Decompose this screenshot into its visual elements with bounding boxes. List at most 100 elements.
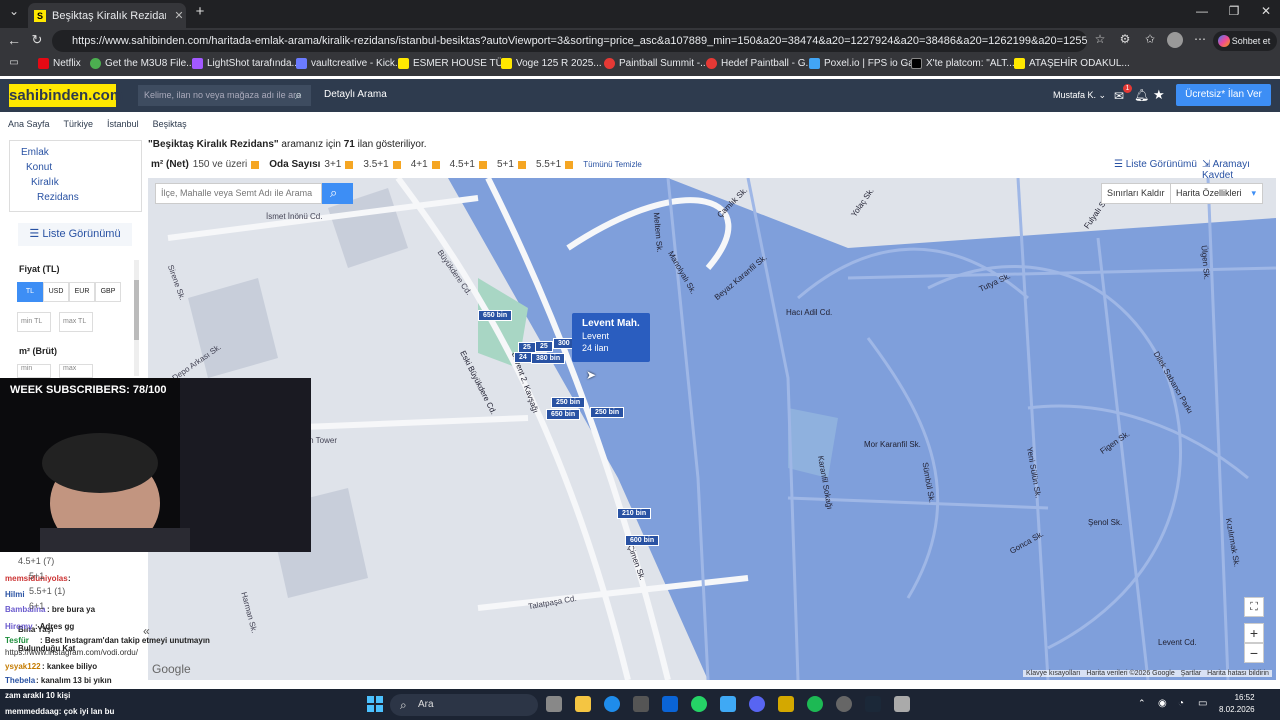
bookmark-x[interactable]: X'te platcom: "ALT...: [911, 58, 1015, 69]
breadcrumb-besiktas[interactable]: Beşiktaş: [153, 119, 187, 129]
remove-bounds-button[interactable]: Sınırları Kaldır: [1101, 183, 1171, 204]
bookmark-voge[interactable]: Voge 125 R 2025...: [501, 58, 602, 69]
outlook-icon[interactable]: [662, 696, 678, 712]
app-icon[interactable]: [720, 696, 736, 712]
listing-pin[interactable]: 250 bin: [590, 407, 625, 418]
list-view-link[interactable]: ☰ Liste Görünümü: [1114, 159, 1197, 170]
max-area-input[interactable]: max: [59, 364, 93, 378]
breadcrumb-turkiye[interactable]: Türkiye: [64, 119, 94, 129]
edge-icon[interactable]: [604, 696, 620, 712]
store-icon[interactable]: [633, 696, 649, 712]
bookmark-folder-icon[interactable]: ▭: [4, 57, 24, 68]
battery-icon[interactable]: ▭: [1198, 698, 1207, 709]
currency-eur[interactable]: EUR: [69, 282, 95, 302]
bookmark-atasehir[interactable]: ATAŞEHİR ODAKUL...: [1014, 58, 1130, 69]
extensions-icon[interactable]: ⚙: [1115, 32, 1135, 46]
listing-pin[interactable]: 24: [514, 352, 532, 363]
window-close-icon[interactable]: ✕: [1256, 4, 1276, 18]
free-ad-button[interactable]: Ücretsiz* İlan Ver: [1176, 84, 1271, 106]
network-icon[interactable]: ◉: [1158, 698, 1167, 709]
sidebar-scrollbar[interactable]: [134, 260, 139, 376]
site-logo[interactable]: sahibinden.com: [9, 84, 123, 107]
messages-icon[interactable]: ✉: [1114, 89, 1124, 103]
currency-tl[interactable]: TL: [17, 282, 43, 302]
min-area-input[interactable]: min: [17, 364, 51, 378]
remove-filter-icon[interactable]: [392, 160, 401, 169]
new-tab-icon[interactable]: +: [190, 3, 210, 20]
min-price-input[interactable]: min TL: [17, 312, 51, 332]
clear-all-link[interactable]: Tümünü Temizle: [583, 160, 642, 169]
breadcrumb-istanbul[interactable]: İstanbul: [107, 119, 139, 129]
remove-filter-icon[interactable]: [431, 160, 440, 169]
listing-pin[interactable]: 650 bin: [546, 409, 581, 420]
browser-tab[interactable]: S Beşiktaş Kiralık Rezidans Fiyatları ✕: [28, 3, 186, 28]
tab-list-icon[interactable]: ⌄: [4, 4, 24, 18]
more-menu-icon[interactable]: ⋯: [1190, 32, 1210, 46]
remove-filter-icon[interactable]: [345, 160, 354, 169]
copilot-button[interactable]: Sohbet et: [1213, 31, 1277, 51]
bookmark-hedef[interactable]: Hedef Paintball - G...: [706, 58, 814, 69]
user-menu[interactable]: Mustafa K. ⌄: [1053, 90, 1106, 101]
collapse-sidebar-icon[interactable]: «: [143, 624, 150, 638]
map-features-dropdown[interactable]: Harita Özellikleri ▾: [1170, 183, 1263, 204]
site-search-input[interactable]: Kelime, ilan no veya mağaza adı ile ara: [138, 85, 311, 106]
listing-pin[interactable]: 600 bin: [625, 535, 660, 546]
address-bar[interactable]: https://www.sahibinden.com/haritada-emla…: [52, 30, 1087, 52]
map-search-button[interactable]: ⌕: [322, 183, 353, 204]
file-explorer-icon[interactable]: [575, 696, 591, 712]
map-canvas[interactable]: İsmet İnönü Cd. Büyükdere Cd. Eski Büyük…: [148, 178, 1276, 680]
listing-pin[interactable]: 650 bin: [478, 310, 513, 321]
currency-gbp[interactable]: GBP: [95, 282, 121, 302]
windows-start-icon[interactable]: [367, 696, 383, 712]
tray-overflow-icon[interactable]: ⌃: [1138, 698, 1146, 709]
taskbar-search[interactable]: ⌕ Ara: [390, 694, 538, 716]
remove-filter-icon[interactable]: [478, 160, 487, 169]
listing-pin[interactable]: 25: [535, 341, 553, 352]
listing-pin[interactable]: 380 bin: [531, 353, 566, 364]
report-error-link[interactable]: Harita hatası bildirin: [1207, 670, 1269, 677]
spotify-icon[interactable]: [807, 696, 823, 712]
remove-filter-icon[interactable]: [251, 160, 260, 169]
reload-icon[interactable]: ↻: [27, 32, 47, 48]
detailed-search-link[interactable]: Detaylı Arama: [324, 89, 387, 100]
bell-icon[interactable]: 🔔︎: [1134, 88, 1149, 102]
terms-link[interactable]: Şartlar: [1181, 670, 1202, 677]
breadcrumb-home[interactable]: Ana Sayfa: [8, 119, 50, 129]
maximize-icon[interactable]: ❐: [1224, 4, 1244, 18]
back-icon[interactable]: ←: [4, 32, 24, 48]
listing-pin[interactable]: 210 bin: [617, 508, 652, 519]
neighborhood-tooltip[interactable]: Levent Mah. Levent 24 ilan: [572, 313, 650, 362]
profile-avatar[interactable]: [1167, 32, 1183, 48]
calculator-icon[interactable]: [894, 696, 910, 712]
fullscreen-icon[interactable]: ⛶: [1244, 597, 1264, 617]
whatsapp-icon[interactable]: [691, 696, 707, 712]
max-price-input[interactable]: max TL: [59, 312, 93, 332]
discord-icon[interactable]: [749, 696, 765, 712]
search-icon[interactable]: ⌕: [295, 87, 302, 103]
tab-close-icon[interactable]: ✕: [172, 9, 186, 22]
map-location-search[interactable]: İlçe, Mahalle veya Semt Adı ile Arama: [155, 183, 322, 204]
favorites-star-icon[interactable]: ★: [1153, 87, 1165, 103]
bookmark-poxel[interactable]: Poxel.io | FPS io Ga...: [809, 58, 922, 69]
zoom-out-button[interactable]: −: [1244, 643, 1264, 663]
category-emlak[interactable]: Emlak: [21, 147, 49, 158]
bookmark-lightshot[interactable]: LightShot tarafında...: [192, 58, 300, 69]
taskbar-clock[interactable]: 16:52 8.02.2026: [1219, 692, 1255, 716]
favorite-star-icon[interactable]: ☆: [1090, 32, 1110, 46]
keyboard-shortcuts-link[interactable]: Klavye kısayolları: [1026, 670, 1080, 677]
sidebar-list-view-button[interactable]: ☰ Liste Görünümü: [18, 223, 132, 246]
steam-icon[interactable]: [865, 696, 881, 712]
category-rezidans[interactable]: Rezidans: [37, 192, 79, 203]
listing-pin[interactable]: 250 bin: [551, 397, 586, 408]
app-icon[interactable]: [778, 696, 794, 712]
obs-icon[interactable]: [836, 696, 852, 712]
category-konut[interactable]: Konut: [26, 162, 52, 173]
category-kiralik[interactable]: Kiralık: [31, 177, 59, 188]
task-view-icon[interactable]: [546, 696, 562, 712]
currency-usd[interactable]: USD: [43, 282, 69, 302]
bookmark-esmer[interactable]: ESMER HOUSE TÜ...: [398, 58, 511, 69]
bookmark-netflix[interactable]: Netflix: [38, 58, 81, 69]
zoom-in-button[interactable]: +: [1244, 623, 1264, 643]
bookmark-m3u8[interactable]: Get the M3U8 File...: [90, 58, 194, 69]
remove-filter-icon[interactable]: [565, 160, 574, 169]
